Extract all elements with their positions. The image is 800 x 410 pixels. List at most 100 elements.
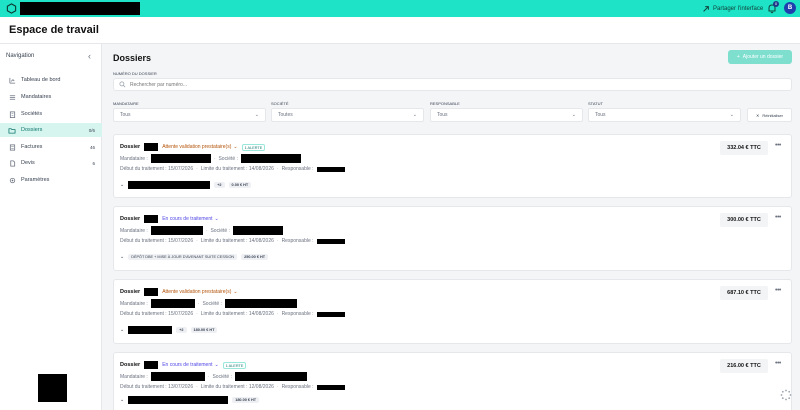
avatar[interactable]: B [784, 2, 796, 14]
chevron-down-icon: ⌄ [729, 112, 734, 118]
chevron-down-icon: ⌄ [571, 112, 576, 118]
filter-label-societe: SOCIÉTÉ [271, 101, 289, 106]
price-total: 332.04 € TTC [720, 141, 768, 155]
filter-societe-select[interactable]: Toutes ⌄ [271, 108, 424, 122]
main-content: Dossiers + Ajouter un dossier NUMÉRO DU … [102, 44, 800, 410]
service-label: DÉPÔT DBE + MISE À JOUR D'AVENANT SUITE … [128, 254, 238, 260]
collapse-icon[interactable]: ‹ [88, 51, 91, 61]
redacted-responsable [316, 238, 345, 244]
sidebar-item-factures[interactable]: Factures 46 [0, 140, 102, 154]
filter-label-mandataire: MANDATAIRE [113, 101, 139, 106]
redacted-image [38, 374, 67, 402]
nav-title: Navigation [6, 53, 35, 59]
close-icon: ✕ [755, 112, 760, 118]
sidebar-item-label: Paramètres [21, 177, 50, 183]
redacted-responsable [316, 311, 345, 317]
sidebar-item-label: Factures [21, 144, 43, 150]
status-dropdown[interactable]: En cours de traitement ⌄ [162, 362, 219, 368]
filter-responsable-select[interactable]: Tous ⌄ [430, 108, 583, 122]
building-icon [8, 110, 16, 118]
invoice-icon [8, 143, 16, 151]
start-date: Début du traitement : 15/07/2026 [120, 238, 194, 244]
redacted-mandataire [150, 226, 203, 235]
chevron-down-icon[interactable]: ⌄ [120, 182, 124, 188]
loading-spinner-icon [780, 389, 792, 401]
sidebar-item-devis[interactable]: Devis 6 [0, 156, 102, 170]
redacted-societe [234, 372, 307, 381]
redacted-dossier-number [144, 143, 159, 151]
search-icon [119, 81, 126, 88]
sidebar-item-dashboard[interactable]: Tableau de bord [0, 73, 102, 87]
chevron-down-icon[interactable]: ⌄ [120, 327, 124, 333]
item-price: 0.00 € HT [228, 182, 252, 188]
deadline: Limite du traitement : 12/08/2026 [200, 384, 274, 390]
sidebar-item-label: Tableau de bord [21, 77, 61, 83]
item-price: 250.00 € HT [241, 254, 269, 260]
more-options-icon[interactable]: ••• [775, 142, 781, 149]
sidebar-item-count: 0/6 [88, 127, 95, 133]
start-date: Début du traitement : 15/07/2026 [120, 311, 194, 317]
price-total: 300.00 € TTC [720, 213, 768, 227]
chart-icon [8, 76, 16, 84]
redacted-responsable [316, 166, 345, 172]
filter-statut-select[interactable]: Tous ⌄ [588, 108, 741, 122]
dossier-label: Dossier [120, 289, 141, 295]
dossier-label: Dossier [120, 216, 141, 222]
redacted-dossier-number [144, 361, 159, 369]
redacted-mandataire [150, 154, 211, 163]
sidebar-item-mandataires[interactable]: Mandataires [0, 90, 102, 104]
redacted-dossier-number [144, 215, 159, 223]
sidebar-item-label: Mandataires [21, 94, 52, 100]
filter-mandataire-select[interactable]: Tous ⌄ [113, 108, 266, 122]
deadline: Limite du traitement : 14/08/2026 [200, 311, 274, 317]
search-box[interactable] [113, 78, 792, 91]
start-date: Début du traitement : 13/07/2026 [120, 384, 194, 390]
chevron-down-icon: ⌄ [214, 362, 219, 368]
filter-label-statut: STATUT [588, 101, 603, 106]
status-dropdown[interactable]: Attente validation prestataire(s) ⌄ [162, 144, 237, 150]
page-title: Dossiers [113, 53, 152, 63]
chevron-down-icon: ⌄ [412, 112, 417, 118]
redacted-mandataire [150, 299, 195, 308]
search-input[interactable] [130, 81, 730, 88]
workspace-title: Espace de travail [9, 24, 99, 36]
alert-badge: 1 ALERTE [222, 361, 247, 369]
redacted-workspace-name [20, 2, 140, 15]
start-date: Début du traitement : 15/07/2026 [120, 166, 194, 172]
workspace-header: Espace de travail [0, 17, 800, 44]
share-interface-button[interactable]: Partager l'interface [702, 3, 763, 14]
dossier-card[interactable]: Dossier Attente validation prestataire(s… [113, 134, 792, 198]
sidebar-item-dossiers[interactable]: Dossiers 0/6 [0, 123, 102, 137]
sidebar-item-label: Devis [21, 160, 35, 166]
notification-badge: 0 [773, 1, 779, 7]
more-options-icon[interactable]: ••• [775, 214, 781, 221]
reset-filters-button[interactable]: ✕ Réinitialiser [747, 108, 792, 122]
sidebar-item-parametres[interactable]: Paramètres [0, 173, 102, 187]
redacted-societe [224, 299, 297, 308]
chevron-down-icon: ⌄ [233, 289, 238, 295]
dossier-card[interactable]: Dossier Attente validation prestataire(s… [113, 279, 792, 344]
chevron-down-icon[interactable]: ⌄ [120, 397, 124, 403]
redacted-service [128, 396, 229, 404]
add-dossier-button[interactable]: + Ajouter un dossier [728, 50, 792, 64]
redacted-service [128, 326, 173, 334]
chevron-down-icon[interactable]: ⌄ [120, 254, 124, 260]
chevron-down-icon: ⌄ [254, 112, 259, 118]
share-icon [703, 5, 709, 12]
chevron-down-icon: ⌄ [214, 216, 219, 222]
sidebar: Navigation ‹ Tableau de bord Mandataires… [0, 44, 102, 410]
price-total: 687.10 € TTC [720, 286, 768, 300]
dossier-card[interactable]: Dossier En cours de traitement ⌄ Mandatai… [113, 206, 792, 271]
filter-label-responsable: RESPONSABLE [430, 101, 460, 106]
status-dropdown[interactable]: Attente validation prestataire(s) ⌄ [162, 289, 237, 295]
more-options-icon[interactable]: ••• [775, 287, 781, 294]
sidebar-item-societes[interactable]: Sociétés [0, 107, 102, 121]
share-label: Partager l'interface [713, 5, 764, 12]
item-price: 180.00 € HT [232, 397, 260, 403]
more-options-icon[interactable]: ••• [775, 360, 781, 367]
status-dropdown[interactable]: En cours de traitement ⌄ [162, 216, 219, 222]
sidebar-item-count: 46 [89, 144, 95, 150]
logo-icon[interactable] [6, 3, 17, 14]
dossier-label: Dossier [120, 144, 141, 150]
dossier-card[interactable]: Dossier En cours de traitement ⌄ 1 ALERTE… [113, 352, 792, 410]
